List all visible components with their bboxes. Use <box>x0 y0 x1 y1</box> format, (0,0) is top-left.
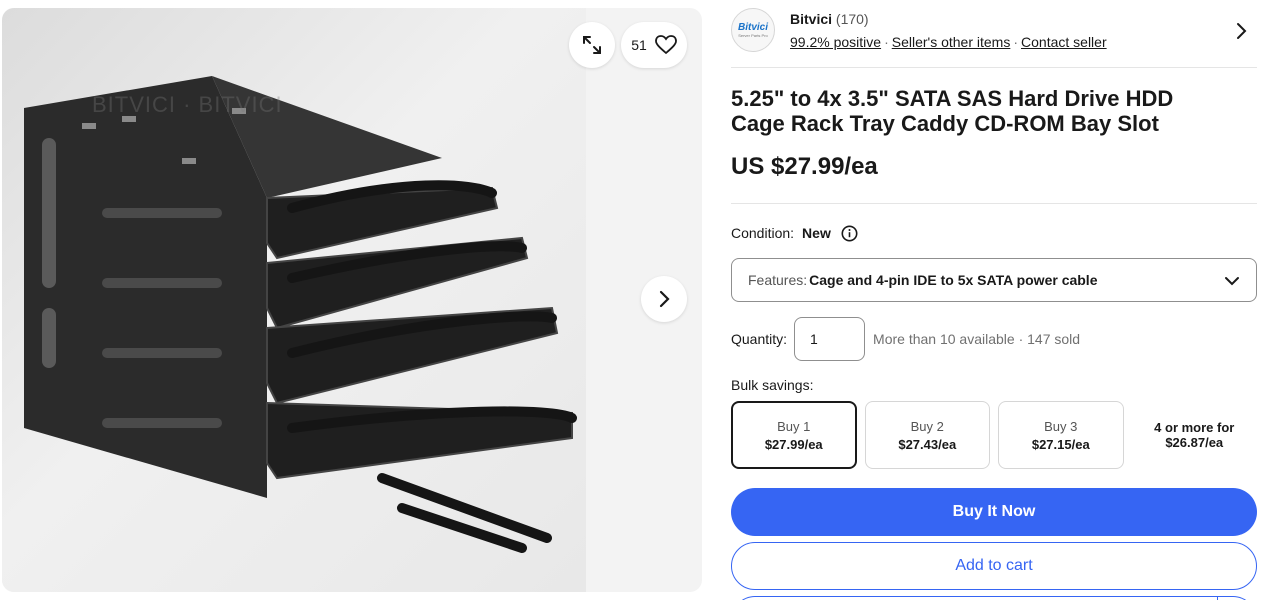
bulk-tier-1[interactable]: Buy 1 $27.99/ea <box>731 401 857 469</box>
bulk-savings-label: Bulk savings: <box>731 377 814 393</box>
item-info-panel: Bitvici Server Parts Pro Bitvici (170) 9… <box>731 8 1257 600</box>
seller-logo: Bitvici <box>737 22 768 33</box>
bulk-tier-2[interactable]: Buy 2 $27.43/ea <box>864 401 991 469</box>
hdd-cage-illustration <box>24 76 577 553</box>
product-photo[interactable]: BITVICI · BITVICI <box>2 8 586 592</box>
bulk-tier-qty: Buy 3 <box>1044 418 1078 434</box>
positive-feedback-link[interactable]: 99.2% positive <box>790 34 881 50</box>
quantity-row: Quantity: More than 10 available · 147 s… <box>731 317 1257 361</box>
seller-logo-subtext: Server Parts Pro <box>738 33 768 38</box>
chevron-right-icon[interactable] <box>1235 22 1247 40</box>
bulk-tier-price: $27.15/ea <box>1031 436 1090 452</box>
bulk-tier-price: $27.43/ea <box>898 436 957 452</box>
seller-name[interactable]: Bitvici <box>790 11 832 27</box>
features-label: Features: <box>748 272 808 288</box>
bulk-tier-price: $27.99/ea <box>764 436 823 452</box>
add-to-watchlist-button[interactable] <box>731 596 1257 600</box>
bulk-tier-price: $26.87/ea <box>1165 435 1224 450</box>
bulk-tier-qty: 4 or more for <box>1154 420 1235 435</box>
image-gallery: BITVICI · BITVICI 51 <box>2 8 702 592</box>
expand-icon <box>583 36 601 54</box>
bulk-tier-qty: Buy 2 <box>910 418 944 434</box>
image-watermark: BITVICI · BITVICI <box>92 92 283 117</box>
bulk-savings-options: Buy 1 $27.99/ea Buy 2 $27.43/ea Buy 3 $2… <box>731 401 1257 469</box>
bulk-tier-qty: Buy 1 <box>777 418 811 434</box>
condition-value: New <box>802 225 831 241</box>
seller-other-items-link[interactable]: Seller's other items <box>892 34 1011 50</box>
next-image-button[interactable] <box>641 276 687 322</box>
watch-button[interactable]: 51 <box>621 22 687 68</box>
seller-links: 99.2% positive · Seller's other items · Cont… <box>790 34 1107 50</box>
condition-label: Condition: <box>731 225 795 241</box>
seller-feedback-count: (170) <box>835 11 869 27</box>
features-value: Cage and 4-pin IDE to 5x SATA power cabl… <box>809 272 1098 288</box>
bulk-tier-3[interactable]: Buy 3 $27.15/ea <box>998 401 1124 469</box>
seller-name-row: Bitvici (170) <box>790 11 869 27</box>
expand-image-button[interactable] <box>569 22 615 68</box>
item-title: 5.25" to 4x 3.5" SATA SAS Hard Drive HDD… <box>731 86 1174 136</box>
listing-page: BITVICI · BITVICI 51 Bitvici Server Part… <box>0 0 1280 600</box>
info-icon[interactable] <box>841 225 858 242</box>
chevron-right-icon <box>659 290 670 308</box>
quantity-label: Quantity: <box>731 331 788 347</box>
seller-avatar[interactable]: Bitvici Server Parts Pro <box>731 8 775 52</box>
contact-seller-link[interactable]: Contact seller <box>1021 34 1107 50</box>
condition-row: Condition: New <box>731 223 1257 243</box>
watch-count: 51 <box>631 37 647 53</box>
heart-icon <box>654 35 677 55</box>
quantity-input[interactable] <box>794 317 866 361</box>
bulk-tier-4-plus: 4 or more for $26.87/ea <box>1132 401 1257 469</box>
chevron-down-icon <box>1225 277 1239 286</box>
availability-text: More than 10 available · 147 sold <box>873 331 1081 347</box>
add-to-cart-button[interactable]: Add to cart <box>731 542 1257 590</box>
buy-it-now-button[interactable]: Buy It Now <box>731 488 1257 536</box>
item-price: US $27.99/ea <box>731 153 1257 204</box>
features-select[interactable]: Features: Cage and 4-pin IDE to 5x SATA … <box>731 258 1257 302</box>
seller-card[interactable]: Bitvici Server Parts Pro Bitvici (170) 9… <box>731 8 1257 68</box>
